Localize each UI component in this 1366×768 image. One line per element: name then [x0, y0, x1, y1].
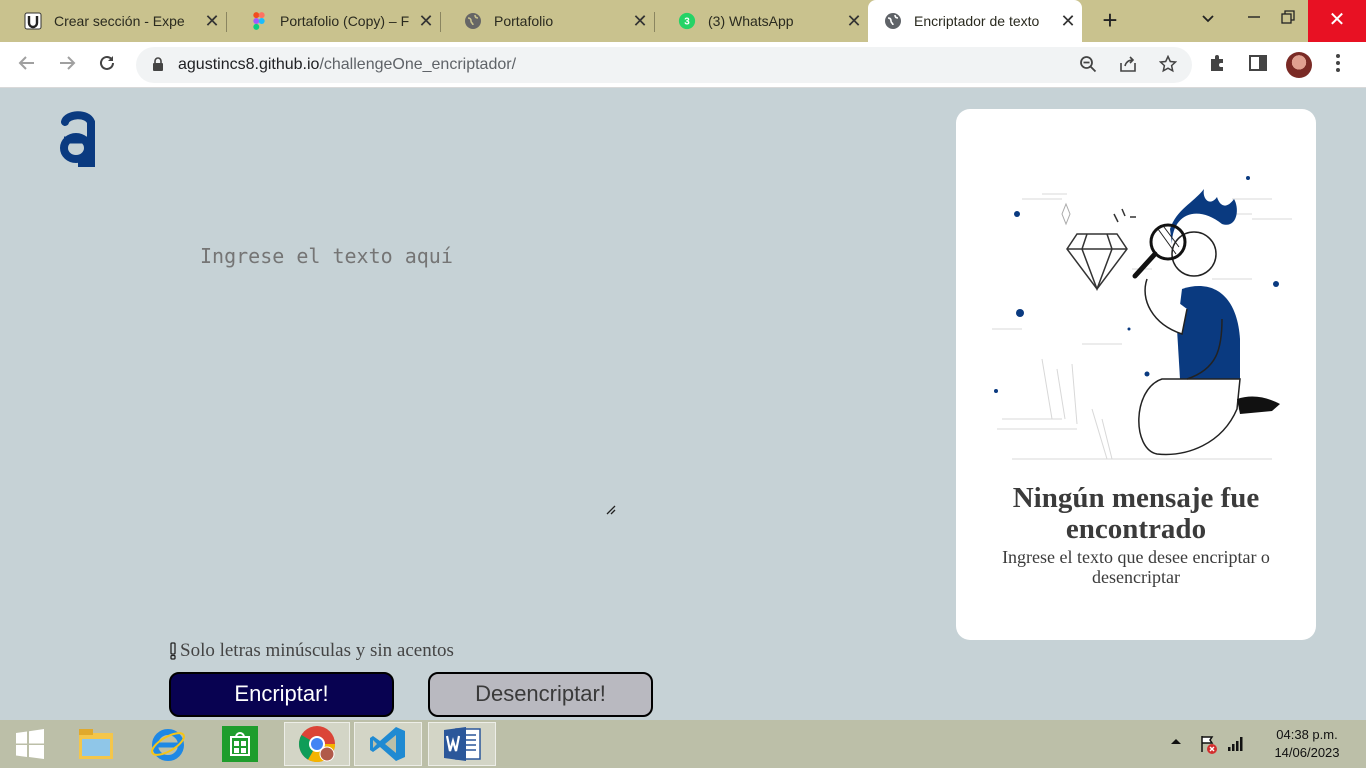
url-text[interactable]: agustincs8.github.io/challengeOne_encrip… — [178, 56, 516, 74]
arrow-right-icon — [60, 56, 76, 70]
store-icon — [222, 726, 258, 762]
signal-icon — [1228, 737, 1243, 751]
tab-title: Portafolio (Copy) – F — [280, 13, 410, 29]
extensions-button[interactable] — [1206, 53, 1230, 77]
side-panel-button[interactable] — [1246, 53, 1270, 77]
tab-title: Portafolio — [494, 13, 554, 29]
file-explorer-icon — [79, 729, 113, 759]
back-button[interactable] — [15, 53, 39, 77]
reload-icon — [100, 55, 114, 70]
tab-strip: Crear sección - Expe ✕ Portafolio (Copy)… — [0, 0, 1366, 42]
minimize-icon — [1248, 16, 1260, 18]
close-tab-icon[interactable]: ✕ — [198, 11, 226, 32]
restore-icon — [1281, 10, 1295, 24]
tab-encriptador[interactable]: Encriptador de texto ✕ — [868, 0, 1082, 42]
tab-figma[interactable]: Portafolio (Copy) – F ✕ — [226, 0, 440, 42]
taskbar-store[interactable] — [214, 722, 266, 766]
tab-portafolio[interactable]: Portafolio ✕ — [440, 0, 654, 42]
restore-button[interactable] — [1266, 0, 1310, 42]
close-tab-icon[interactable]: ✕ — [412, 11, 440, 32]
hint-text: Solo letras minúsculas y sin acentos — [180, 640, 454, 661]
browser-toolbar: agustincs8.github.io/challengeOne_encrip… — [0, 42, 1366, 88]
tab-udemy[interactable]: Crear sección - Expe ✕ — [0, 0, 226, 42]
arrow-left-icon — [18, 56, 34, 70]
url-path: /challengeOne_encriptador/ — [319, 56, 517, 73]
url-host: agustincs8.github.io — [178, 56, 320, 73]
more-vert-icon — [1336, 54, 1340, 72]
tab-title: (3) WhatsApp — [708, 13, 794, 29]
decrypt-button[interactable]: Desencriptar! — [428, 672, 653, 717]
reload-button[interactable] — [95, 53, 119, 77]
star-icon — [1158, 54, 1178, 73]
address-bar[interactable]: agustincs8.github.io/challengeOne_encrip… — [136, 47, 1192, 83]
taskbar-file-explorer[interactable] — [70, 722, 122, 766]
clock-date: 14/06/2023 — [1274, 745, 1340, 760]
new-tab-button[interactable]: + — [1096, 6, 1124, 34]
side-panel-icon — [1249, 55, 1267, 71]
text-input[interactable] — [196, 240, 616, 515]
windows-taskbar: 04:38 p.m. 14/06/2023 — [0, 720, 1366, 768]
share-button[interactable] — [1118, 55, 1138, 75]
taskbar-word[interactable] — [428, 722, 496, 766]
word-icon — [444, 727, 481, 761]
close-tab-icon[interactable]: ✕ — [626, 11, 654, 32]
taskbar-vscode[interactable] — [354, 722, 422, 766]
show-hidden-icons-button[interactable] — [1166, 734, 1186, 754]
taskbar-internet-explorer[interactable] — [142, 722, 194, 766]
alura-logo — [60, 111, 95, 167]
tab-search-button[interactable] — [1196, 8, 1220, 32]
browser-menu-button[interactable] — [1326, 53, 1350, 77]
bookmark-button[interactable] — [1158, 54, 1178, 75]
internet-explorer-icon — [151, 729, 185, 761]
start-button[interactable] — [4, 722, 56, 766]
encrypt-button[interactable]: Encriptar! — [169, 672, 394, 717]
whatsapp-icon: 3 — [678, 12, 696, 30]
tab-whatsapp[interactable]: 3 (3) WhatsApp ✕ — [654, 0, 868, 42]
tab-title: Crear sección - Expe — [54, 13, 185, 29]
lock-icon[interactable] — [152, 57, 164, 71]
output-title: Ningún mensaje fue encontrado — [1012, 482, 1260, 545]
network-button[interactable] — [1226, 734, 1246, 754]
vscode-icon — [370, 727, 405, 761]
globe-icon — [884, 12, 902, 30]
figma-icon — [250, 12, 268, 30]
close-window-button[interactable]: ✕ — [1308, 0, 1366, 42]
tab-title: Encriptador de texto — [914, 13, 1040, 29]
chevron-down-icon — [1202, 15, 1214, 23]
taskbar-chrome[interactable] — [284, 722, 350, 766]
share-icon — [1120, 56, 1136, 72]
output-panel: Ningún mensaje fue encontrado Ingrese el… — [956, 109, 1316, 640]
clock-time: 04:38 p.m. — [1276, 727, 1338, 742]
close-tab-icon[interactable]: ✕ — [1054, 11, 1082, 32]
output-subtitle: Ingrese el texto que desee encriptar o d… — [1002, 547, 1270, 587]
whatsapp-badge: 3 — [684, 17, 690, 28]
udemy-icon — [24, 12, 42, 30]
input-hint: Solo letras minúsculas y sin acentos — [168, 640, 454, 662]
start-icon — [16, 729, 44, 759]
globe-icon — [464, 12, 482, 30]
action-center-button[interactable] — [1198, 734, 1218, 754]
flag-alert-icon — [1201, 736, 1217, 754]
search-illustration — [992, 176, 1292, 460]
exclamation-icon — [170, 642, 176, 660]
forward-button[interactable] — [55, 53, 79, 77]
close-icon: ✕ — [1328, 9, 1346, 31]
puzzle-icon — [1211, 55, 1223, 71]
close-tab-icon[interactable]: ✕ — [840, 11, 868, 32]
zoom-button[interactable] — [1078, 55, 1098, 75]
resize-handle-icon[interactable] — [604, 503, 616, 515]
chevron-up-icon — [1171, 739, 1181, 744]
taskbar-clock[interactable]: 04:38 p.m. 14/06/2023 — [1262, 726, 1352, 762]
profile-avatar[interactable] — [1286, 52, 1312, 78]
chrome-icon — [298, 726, 335, 763]
zoom-out-icon — [1080, 56, 1097, 73]
